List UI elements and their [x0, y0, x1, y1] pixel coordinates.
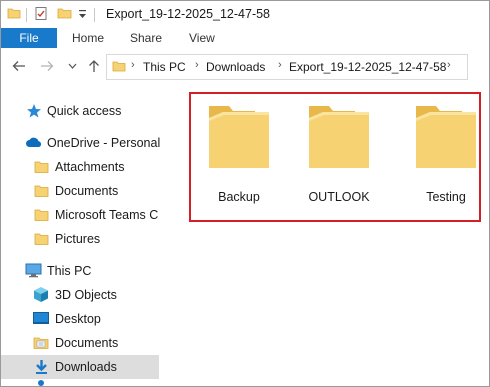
- breadcrumb-export-folder[interactable]: Export_19-12-2025_12-47-58: [289, 60, 446, 74]
- properties-icon[interactable]: [34, 6, 49, 24]
- folder-icon: [7, 6, 21, 23]
- up-arrow-icon[interactable]: [86, 58, 102, 74]
- folder-icon: [34, 231, 49, 249]
- window-title: Export_19-12-2025_12-47-58: [106, 7, 271, 21]
- tab-home[interactable]: Home: [72, 28, 104, 48]
- sidebar-item-label: 3D Objects: [55, 288, 117, 302]
- sidebar-item-documents-pc[interactable]: Documents: [1, 331, 159, 355]
- tab-share[interactable]: Share: [130, 28, 162, 48]
- new-folder-icon[interactable]: [57, 6, 72, 23]
- back-arrow-icon[interactable]: [11, 58, 27, 74]
- file-list: Backup OUTLOOK Testing: [161, 84, 489, 386]
- folder-icon: [34, 207, 49, 225]
- breadcrumb-this-pc[interactable]: This PC: [143, 60, 186, 74]
- sidebar-item-onedrive[interactable]: OneDrive - Personal: [1, 131, 161, 155]
- sidebar-item-label: Downloads: [55, 360, 117, 374]
- music-icon: [38, 380, 44, 386]
- breadcrumb-downloads[interactable]: Downloads: [206, 60, 265, 74]
- sidebar-item-label: Attachments: [55, 160, 125, 174]
- computer-icon: [25, 263, 42, 281]
- sidebar-item-microsoft-teams[interactable]: Microsoft Teams Ch: [1, 203, 159, 227]
- sidebar-item-downloads[interactable]: Downloads: [1, 355, 159, 379]
- folder-name: Backup: [218, 190, 260, 204]
- explorer-window: Export_19-12-2025_12-47-58 File Home Sha…: [0, 0, 490, 387]
- sidebar-item-this-pc[interactable]: This PC: [1, 259, 159, 283]
- folder-name: Testing: [426, 190, 466, 204]
- folder-icon: [112, 59, 126, 76]
- desktop-icon: [33, 312, 49, 328]
- star-icon: [26, 103, 42, 122]
- cube-icon: [33, 286, 49, 306]
- chevron-right-icon[interactable]: ›: [447, 59, 451, 71]
- sidebar-item-label: Microsoft Teams Ch: [55, 208, 159, 222]
- folder-item-backup[interactable]: Backup: [197, 98, 281, 208]
- navigation-pane: Quick access OneDrive - Personal Attachm…: [1, 93, 161, 386]
- folder-item-testing[interactable]: Testing: [404, 98, 488, 208]
- sidebar-item-label: Documents: [55, 336, 119, 350]
- folder-item-outlook[interactable]: OUTLOOK: [297, 98, 381, 208]
- sidebar-item-label: Quick access: [47, 104, 122, 118]
- tab-view[interactable]: View: [189, 28, 215, 48]
- tab-file[interactable]: File: [1, 28, 57, 48]
- folder-icon: [209, 98, 269, 173]
- folder-icon: [309, 98, 369, 173]
- folder-icon: [34, 159, 49, 177]
- chevron-right-icon[interactable]: ›: [195, 59, 199, 71]
- ribbon-tabs: File Home Share View: [1, 28, 489, 49]
- sidebar-item-label: Desktop: [55, 312, 101, 326]
- sidebar-item-3d-objects[interactable]: 3D Objects: [1, 283, 159, 307]
- navigation-bar: › This PC › Downloads › Export_19-12-202…: [1, 48, 489, 84]
- sidebar-item-pictures[interactable]: Pictures: [1, 227, 159, 251]
- sidebar-item-label: This PC: [47, 264, 92, 278]
- sidebar-item-label: OneDrive - Personal: [47, 136, 161, 150]
- folder-icon: [34, 183, 49, 201]
- address-bar[interactable]: › This PC › Downloads › Export_19-12-202…: [106, 54, 468, 80]
- sidebar-item-desktop[interactable]: Desktop: [1, 307, 159, 331]
- chevron-right-icon[interactable]: ›: [131, 59, 135, 71]
- download-icon: [34, 359, 49, 378]
- cloud-icon: [25, 136, 43, 151]
- forward-arrow-icon[interactable]: [39, 58, 55, 74]
- sidebar-item-attachments[interactable]: Attachments: [1, 155, 159, 179]
- documents-icon: [33, 335, 49, 353]
- sidebar-item-label: Documents: [55, 184, 119, 198]
- sidebar-item-documents[interactable]: Documents: [1, 179, 159, 203]
- folder-icon: [416, 98, 476, 173]
- recent-locations-icon[interactable]: [64, 58, 80, 74]
- title-bar: Export_19-12-2025_12-47-58: [1, 1, 489, 28]
- customize-toolbar-icon[interactable]: [78, 8, 87, 23]
- folder-name: OUTLOOK: [308, 190, 370, 204]
- chevron-right-icon[interactable]: ›: [278, 59, 282, 71]
- sidebar-item-label: Pictures: [55, 232, 101, 246]
- sidebar-item-quick-access[interactable]: Quick access: [1, 99, 159, 123]
